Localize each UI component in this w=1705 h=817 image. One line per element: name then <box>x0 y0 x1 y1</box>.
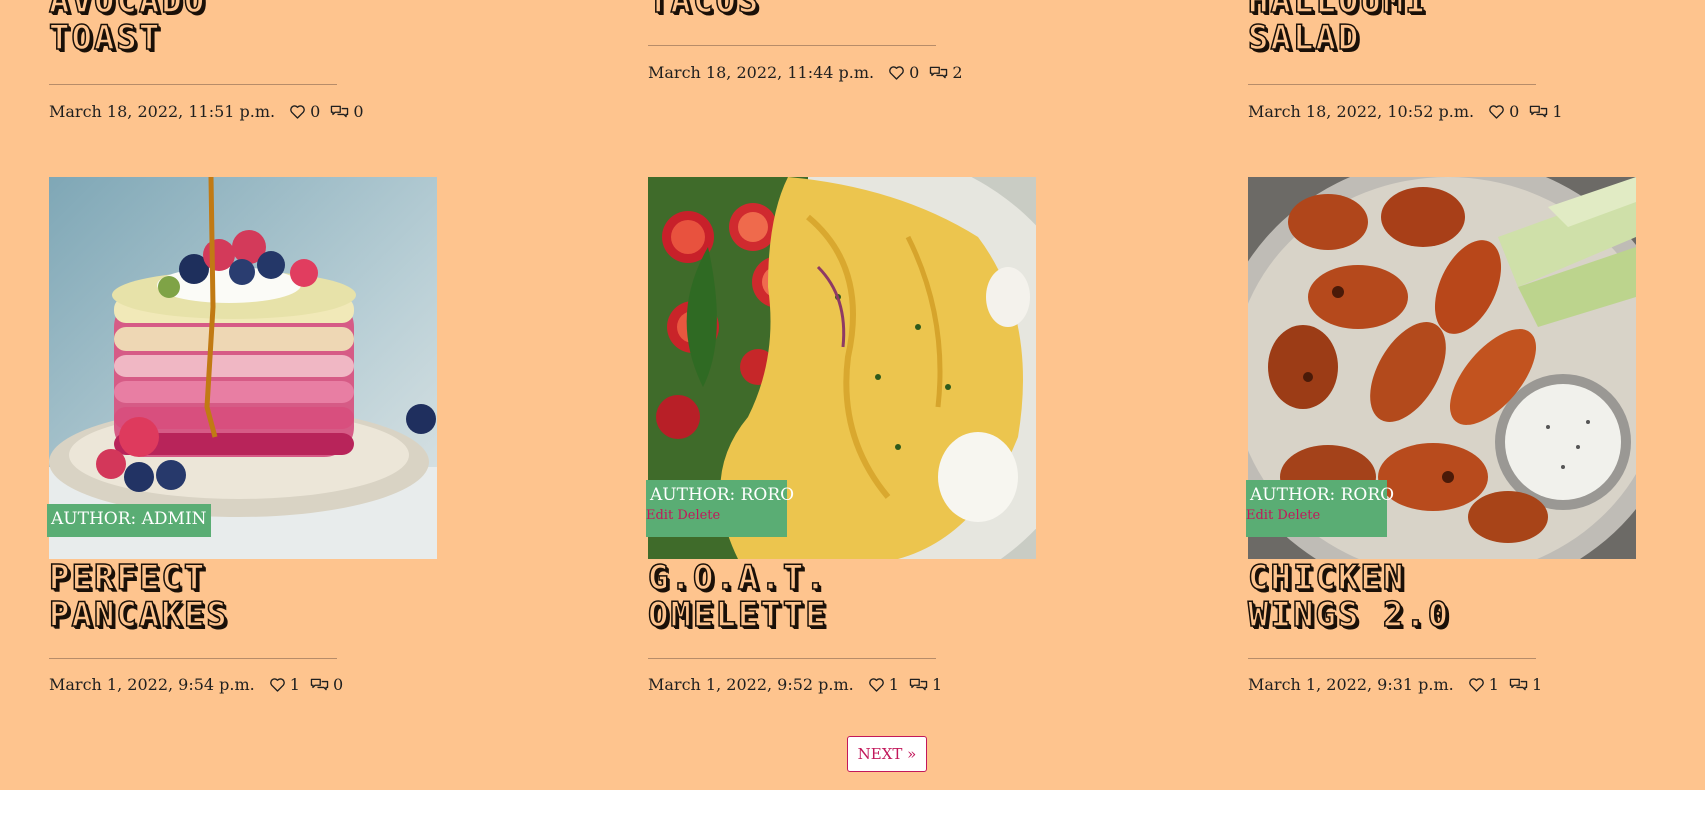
post-date: March 18, 2022, 11:51 p.m. <box>49 101 276 121</box>
recipe-feed: AVOCADO TOAST March 18, 2022, 11:51 p.m.… <box>0 0 1705 790</box>
heart-outline-icon <box>889 65 904 80</box>
post-title[interactable]: AVOCADO TOAST <box>48 0 206 57</box>
next-page-button[interactable]: NEXT » <box>847 736 927 772</box>
post-meta: March 18, 2022, 10:52 p.m. 0 1 <box>1248 101 1573 121</box>
post-meta: March 18, 2022, 11:51 p.m. 0 0 <box>49 101 374 121</box>
edit-link[interactable]: Edit <box>646 508 673 523</box>
heart-outline-icon <box>1489 104 1504 119</box>
post-image-pancakes[interactable] <box>49 177 437 559</box>
divider <box>648 45 936 46</box>
post-card-goat-omelette: AUTHOR: RORO Edit Delete G.O.A.T. OMELET… <box>646 177 1068 697</box>
author-badge: AUTHOR: RORO Edit Delete <box>646 480 794 537</box>
divider <box>49 658 337 659</box>
comment-count[interactable]: 2 <box>929 63 963 82</box>
heart-outline-icon <box>868 677 884 692</box>
author-name[interactable]: AUTHOR: RORO <box>1246 480 1394 505</box>
post-date: March 1, 2022, 9:52 p.m. <box>648 674 854 694</box>
delete-link[interactable]: Delete <box>1277 508 1320 523</box>
comment-count[interactable]: 1 <box>909 675 942 694</box>
speech-bubbles-icon <box>310 678 329 690</box>
speech-bubbles-icon <box>331 105 349 117</box>
delete-link[interactable]: Delete <box>677 508 720 523</box>
like-count[interactable]: 0 <box>1488 102 1519 121</box>
post-actions: Edit Delete <box>1246 505 1387 527</box>
author-badge: AUTHOR: RORO Edit Delete <box>1246 480 1394 537</box>
post-title[interactable]: HALLOUMI SALAD <box>1247 0 1428 57</box>
post-meta: March 18, 2022, 11:44 p.m. 0 2 <box>648 62 973 82</box>
author-name[interactable]: AUTHOR: RORO <box>646 480 794 505</box>
post-card-perfect-pancakes: AUTHOR: ADMIN PERFECT PANCAKES March 1, … <box>47 177 469 697</box>
like-count[interactable]: 1 <box>1468 675 1499 694</box>
speech-bubbles-icon <box>1530 105 1548 117</box>
like-count[interactable]: 0 <box>289 102 320 121</box>
divider <box>1248 84 1536 85</box>
like-count[interactable]: 1 <box>868 675 899 694</box>
heart-outline-icon <box>1468 677 1484 692</box>
comment-count[interactable]: 1 <box>1529 102 1563 121</box>
post-date: March 1, 2022, 9:54 p.m. <box>49 674 255 694</box>
post-meta: March 1, 2022, 9:31 p.m. 1 1 <box>1248 674 1552 694</box>
heart-outline-icon <box>290 104 305 119</box>
post-title[interactable]: G.O.A.T. OMELETTE <box>647 559 828 635</box>
like-count[interactable]: 0 <box>888 63 919 82</box>
pancakes-photo <box>49 177 437 559</box>
author-badge: AUTHOR: ADMIN <box>47 504 211 537</box>
post-actions: Edit Delete <box>646 505 787 527</box>
comment-count[interactable]: 1 <box>1509 675 1542 694</box>
post-title[interactable]: PERFECT PANCAKES <box>48 559 229 635</box>
post-meta: March 1, 2022, 9:54 p.m. 1 0 <box>49 674 353 694</box>
divider <box>49 84 337 85</box>
post-date: March 18, 2022, 11:44 p.m. <box>648 62 875 82</box>
post-date: March 1, 2022, 9:31 p.m. <box>1248 674 1454 694</box>
post-meta: March 1, 2022, 9:52 p.m. 1 1 <box>648 674 952 694</box>
divider <box>1248 658 1536 659</box>
comment-count[interactable]: 0 <box>310 675 343 694</box>
author-name[interactable]: AUTHOR: ADMIN <box>47 504 211 529</box>
like-count[interactable]: 1 <box>269 675 300 694</box>
post-title[interactable]: CHICKEN WINGS 2.0 <box>1247 559 1450 635</box>
comment-count[interactable]: 0 <box>330 102 364 121</box>
post-title[interactable]: TACOS <box>647 0 760 20</box>
speech-bubbles-icon <box>909 678 928 690</box>
edit-link[interactable]: Edit <box>1246 508 1273 523</box>
divider <box>648 658 936 659</box>
heart-outline-icon <box>269 677 285 692</box>
speech-bubbles-icon <box>1509 678 1528 690</box>
post-date: March 18, 2022, 10:52 p.m. <box>1248 101 1475 121</box>
post-card-chicken-wings: AUTHOR: RORO Edit Delete CHICKEN WINGS 2… <box>1246 177 1668 697</box>
speech-bubbles-icon <box>930 66 948 78</box>
